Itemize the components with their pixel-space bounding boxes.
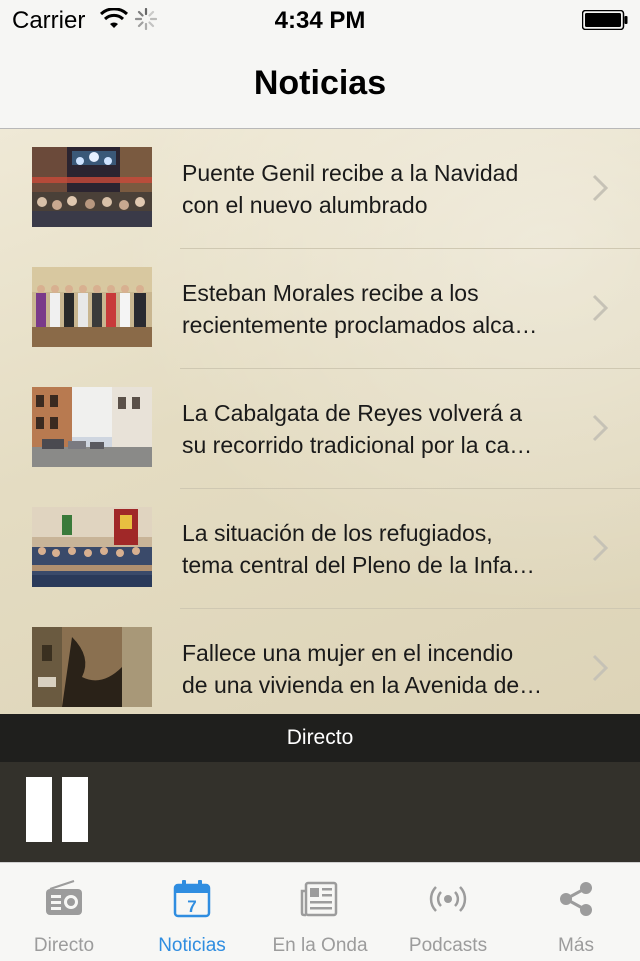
headline-line: su recorrido tradicional por la ca… [182, 432, 533, 458]
news-thumbnail [32, 147, 152, 227]
chevron-right-icon [592, 654, 609, 682]
news-item[interactable]: La Cabalgata de Reyes volverá a su recor… [0, 369, 640, 489]
clock: 4:34 PM [274, 7, 366, 34]
share-icon [560, 882, 592, 916]
tab-label: Podcasts [408, 935, 488, 956]
svg-text:7: 7 [187, 897, 196, 916]
news-thumbnail [32, 387, 152, 467]
tab-label: Directo [33, 935, 95, 956]
headline-line: de una vivienda en la Avenida de… [182, 672, 543, 698]
headline-line: La Cabalgata de Reyes volverá a [182, 400, 523, 426]
headline-line: Fallece una mujer en el incendio [182, 640, 514, 666]
headline-line: recientemente proclamados alca… [182, 312, 538, 338]
news-item[interactable]: Puente Genil recibe a la Navidad con el … [0, 129, 640, 249]
headline-line: Puente Genil recibe a la Navidad [182, 160, 519, 186]
tab-label: Noticias [158, 935, 226, 956]
news-thumbnail [32, 507, 152, 587]
headline-line: tema central del Pleno de la Infa… [182, 552, 535, 578]
news-headline: Fallece una mujer en el incendio de una … [182, 637, 572, 701]
tab-bar: Directo 7 Noticias En la Onda Podcasts M… [0, 862, 640, 961]
news-thumbnail [32, 627, 152, 707]
news-headline: La Cabalgata de Reyes volverá a su recor… [182, 397, 572, 461]
chevron-right-icon [592, 534, 609, 562]
chevron-right-icon [592, 414, 609, 442]
news-headline: Esteban Morales recibe a los recientemen… [182, 277, 572, 341]
tab-label: Más [558, 935, 594, 956]
tab-mas[interactable]: Más [512, 863, 640, 961]
news-item[interactable]: La situación de los refugiados, tema cen… [0, 489, 640, 609]
player-bar [0, 762, 640, 862]
news-thumbnail [32, 267, 152, 347]
navigation-bar: Noticias [0, 40, 640, 129]
tab-noticias[interactable]: 7 Noticias [128, 863, 256, 961]
radio-icon [46, 880, 82, 915]
news-item[interactable]: Fallece una mujer en el incendio de una … [0, 609, 640, 714]
tab-directo[interactable]: Directo [0, 863, 128, 961]
news-headline: Puente Genil recibe a la Navidad con el … [182, 157, 572, 221]
chevron-right-icon [592, 294, 609, 322]
pause-button[interactable] [26, 777, 88, 842]
news-headline: La situación de los refugiados, tema cen… [182, 517, 572, 581]
headline-line: Esteban Morales recibe a los [182, 280, 479, 306]
battery-icon [582, 10, 628, 30]
tab-podcasts[interactable]: Podcasts [384, 863, 512, 961]
headline-line: La situación de los refugiados, [182, 520, 493, 546]
calendar-icon: 7 [173, 880, 211, 918]
status-bar: Carrier 4:34 PM [0, 0, 640, 40]
page-title: Noticias [253, 64, 387, 102]
news-item[interactable]: Esteban Morales recibe a los recientemen… [0, 249, 640, 369]
broadcast-icon [429, 886, 467, 912]
chevron-right-icon [592, 174, 609, 202]
tab-en-la-onda[interactable]: En la Onda [256, 863, 384, 961]
player-title: Directo [0, 714, 640, 762]
newspaper-icon [300, 881, 338, 917]
news-list[interactable]: Puente Genil recibe a la Navidad con el … [0, 129, 640, 714]
headline-line: con el nuevo alumbrado [182, 192, 428, 218]
tab-label: En la Onda [272, 935, 368, 956]
